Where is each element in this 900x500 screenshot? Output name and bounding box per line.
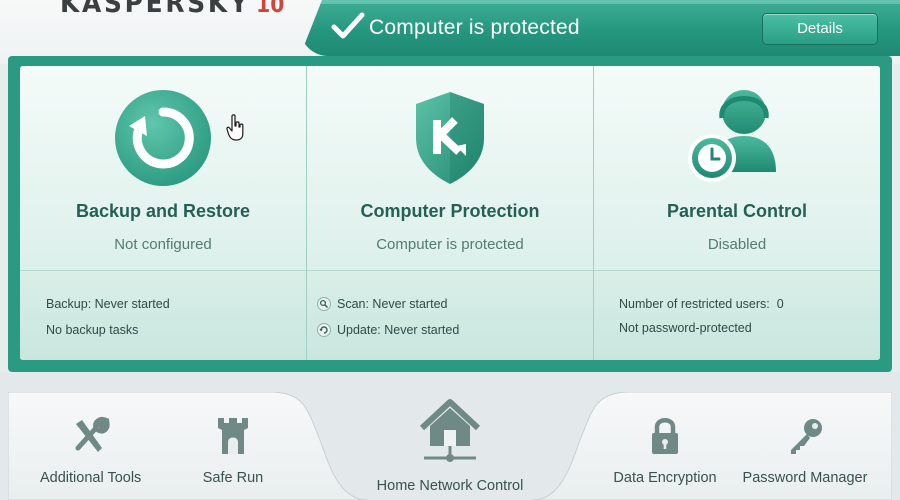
- tile-title: Parental Control: [666, 201, 808, 221]
- tile-status: Disabled: [707, 236, 767, 253]
- tools-icon: [75, 417, 110, 452]
- tool-label: Password Manager: [742, 470, 868, 486]
- tool-label: Safe Run: [202, 470, 264, 486]
- protection-status-text: Computer is protected: [369, 16, 580, 39]
- home-network-icon: [419, 399, 481, 462]
- tool-label: Additional Tools: [40, 470, 142, 486]
- tile-backup-restore[interactable]: Backup and Restore Not configured Backup…: [20, 66, 307, 360]
- feature-tiles: Backup and Restore Not configured Backup…: [20, 66, 880, 360]
- tile-header: Parental Control Disabled: [594, 66, 880, 270]
- tile-details: Number of restricted users: 0 Not passwo…: [594, 270, 880, 360]
- parental-control-icon: [688, 90, 776, 182]
- password-protection-status: Not password-protected: [619, 321, 752, 335]
- hand-cursor-icon: [226, 114, 244, 141]
- tool-safe-run[interactable]: Safe Run: [188, 416, 278, 486]
- tile-status: Computer is protected: [376, 236, 524, 253]
- tool-label: Data Encryption: [613, 470, 717, 486]
- key-icon: [791, 419, 822, 454]
- backup-last-run: Backup: Never started: [46, 297, 170, 311]
- scan-status-text: Scan: Never started: [337, 297, 448, 311]
- update-refresh-icon: [317, 323, 331, 337]
- details-button[interactable]: Details: [762, 13, 878, 45]
- backup-restore-icon: [115, 90, 211, 186]
- lock-icon: [652, 418, 678, 454]
- tile-details: Backup: Never started No backup tasks: [20, 270, 306, 360]
- tool-password-manager[interactable]: Password Manager: [738, 416, 872, 486]
- tile-header: Backup and Restore Not configured: [20, 66, 306, 270]
- scan-magnifier-icon: [317, 297, 331, 311]
- scan-status-line: Scan: Never started: [317, 297, 447, 311]
- tile-title: Computer Protection: [360, 201, 540, 221]
- tile-status: Not configured: [114, 236, 212, 253]
- tile-parental-control[interactable]: Parental Control Disabled Number of rest…: [594, 66, 880, 360]
- tile-computer-protection[interactable]: Computer Protection Computer is protecte…: [307, 66, 594, 360]
- kaspersky-logo: KASPERSKY 10: [60, 0, 284, 19]
- restricted-users-count: Number of restricted users: 0: [619, 297, 784, 311]
- protection-status-banner: Computer is protected Details: [300, 0, 900, 56]
- tool-home-network-control[interactable]: Home Network Control: [370, 398, 530, 494]
- checkmark-icon: [331, 12, 365, 39]
- tile-title: Backup and Restore: [75, 201, 251, 221]
- tile-details: Scan: Never started Update: Never starte…: [307, 270, 593, 360]
- bottom-tools-area: Additional Tools Safe Run Home Network C…: [8, 392, 892, 500]
- tool-label: Home Network Control: [376, 478, 524, 494]
- logo-text: KASPERSKY: [60, 0, 251, 19]
- tool-data-encryption[interactable]: Data Encryption: [606, 416, 724, 486]
- kaspersky-shield-icon: [416, 92, 484, 184]
- update-status-text: Update: Never started: [337, 323, 460, 337]
- logo-version: 10: [256, 0, 285, 18]
- tool-additional-tools[interactable]: Additional Tools: [40, 416, 142, 486]
- backup-tasks-info: No backup tasks: [46, 323, 139, 337]
- update-status-line: Update: Never started: [317, 323, 459, 337]
- safe-run-tower-icon: [218, 418, 248, 454]
- tile-header: Computer Protection Computer is protecte…: [307, 66, 593, 270]
